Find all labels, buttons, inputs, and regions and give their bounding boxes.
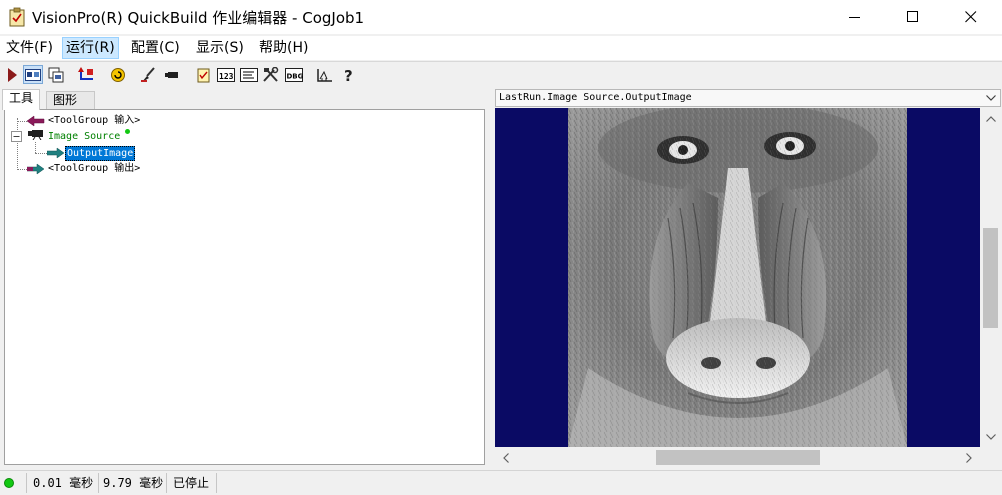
maximize-icon: [907, 11, 918, 22]
horizontal-scrollbar[interactable]: [495, 447, 980, 468]
image-display[interactable]: [495, 108, 980, 447]
status-time-total: 9.79 毫秒: [103, 476, 164, 490]
number-icon-label: 123: [219, 72, 234, 81]
minimize-button[interactable]: [826, 0, 884, 34]
number-button[interactable]: 123: [216, 65, 236, 84]
text-icon: [240, 67, 258, 82]
status-divider: [98, 473, 99, 493]
tools-button[interactable]: [261, 65, 281, 84]
mandrill-image: [568, 108, 907, 447]
status-run-state: 已停止: [173, 476, 210, 490]
vertical-scrollbar[interactable]: [980, 108, 1001, 447]
camera-button[interactable]: [162, 65, 182, 84]
vertical-scroll-thumb[interactable]: [983, 228, 998, 328]
copy-image-button[interactable]: [46, 65, 66, 84]
minimize-icon: [849, 17, 860, 18]
camera-icon: [165, 71, 178, 78]
tree-node-input[interactable]: <ToolGroup 输入>: [48, 114, 140, 127]
image-display-header[interactable]: LastRun.Image Source.OutputImage: [495, 89, 1001, 107]
run-icon: [8, 67, 17, 82]
display-toggle-icon: [25, 68, 41, 81]
app-window: VisionPro(R) QuickBuild 作业编辑器 - CogJob1 …: [0, 0, 1002, 495]
brush-button[interactable]: [138, 65, 158, 84]
tree-node-output[interactable]: <ToolGroup 输出>: [48, 162, 140, 175]
scroll-down-button[interactable]: [982, 428, 999, 445]
help-icon: ?: [344, 67, 353, 83]
notes-button[interactable]: [194, 65, 214, 84]
run-status-icon: [4, 478, 14, 488]
scroll-corner: [980, 447, 1001, 468]
reset-button[interactable]: [108, 65, 128, 84]
horizontal-scroll-thumb[interactable]: [656, 450, 820, 465]
dbg-button[interactable]: DBG: [284, 65, 304, 84]
scroll-right-button[interactable]: [960, 449, 977, 466]
ruler-button[interactable]: [315, 65, 335, 84]
dbg-icon-label: DBG: [287, 72, 304, 80]
undo-icon: [78, 66, 93, 80]
close-button[interactable]: [942, 0, 1000, 34]
chevron-up-icon: [985, 115, 996, 122]
tool-tree[interactable]: <ToolGroup 输入> Image Source OutputImage …: [4, 109, 485, 465]
status-divider: [216, 473, 217, 493]
menu-file[interactable]: 文件(F): [3, 37, 56, 59]
collapse-icon: [13, 136, 20, 137]
display-toggle-button[interactable]: [23, 65, 43, 84]
input-arrow-icon: [27, 115, 45, 127]
chevron-left-icon: [502, 452, 509, 463]
tree-connector: [17, 169, 27, 170]
scroll-up-button[interactable]: [982, 110, 999, 127]
status-time-last: 0.01 毫秒: [33, 476, 94, 490]
text-button[interactable]: [239, 65, 259, 84]
chevron-down-icon: [985, 433, 996, 440]
left-tab-strip: 工具 图形: [0, 89, 490, 110]
help-button[interactable]: ?: [339, 65, 359, 84]
tree-connector: [17, 118, 18, 170]
camera-node-icon: [28, 130, 43, 140]
status-divider: [26, 473, 27, 493]
menu-display[interactable]: 显示(S): [193, 37, 247, 59]
menu-config[interactable]: 配置(C): [128, 37, 183, 59]
menu-bar: 文件(F) 运行(R) 配置(C) 显示(S) 帮助(H): [0, 36, 1002, 60]
undo-button[interactable]: [77, 65, 97, 84]
toolbar: 123 DBG ?: [0, 61, 1002, 86]
record-dropdown-button[interactable]: [984, 92, 998, 104]
chevron-down-icon: [986, 95, 996, 101]
tree-connector: [35, 153, 47, 154]
number-icon: 123: [217, 67, 235, 82]
notes-icon: [197, 68, 210, 82]
run-button[interactable]: [2, 65, 22, 84]
close-icon: [965, 11, 977, 23]
status-divider: [166, 473, 167, 493]
output-arrow-icon: [47, 147, 65, 159]
window-title: VisionPro(R) QuickBuild 作业编辑器 - CogJob1: [32, 9, 365, 27]
brush-icon: [141, 66, 155, 82]
ruler-icon: [317, 68, 332, 82]
output-group-arrow-icon: [27, 163, 45, 175]
tree-connector: [17, 121, 27, 122]
reset-icon: [111, 67, 125, 82]
app-icon: [9, 7, 25, 27]
scroll-left-button[interactable]: [497, 449, 514, 466]
title-bar[interactable]: VisionPro(R) QuickBuild 作业编辑器 - CogJob1: [0, 0, 1002, 34]
tools-icon: [263, 66, 279, 82]
tab-graphics[interactable]: 图形: [46, 91, 95, 109]
status-bar: 0.01 毫秒 9.79 毫秒 已停止: [0, 470, 1002, 495]
tree-node-output-image[interactable]: OutputImage: [65, 146, 136, 161]
maximize-button[interactable]: [884, 0, 942, 34]
menu-help[interactable]: 帮助(H): [256, 37, 311, 59]
menu-run[interactable]: 运行(R): [62, 37, 119, 59]
status-indicator-dot: [125, 129, 130, 134]
tree-connector: [35, 142, 36, 153]
chevron-right-icon: [965, 452, 972, 463]
tab-tools[interactable]: 工具: [2, 89, 41, 110]
tree-expander[interactable]: [11, 131, 22, 142]
dbg-icon: DBG: [285, 67, 304, 82]
copy-image-icon: [48, 67, 64, 82]
image-record-path: LastRun.Image Source.OutputImage: [499, 92, 692, 103]
svg-text:?: ?: [344, 67, 353, 83]
tree-node-image-source[interactable]: Image Source: [48, 130, 120, 143]
